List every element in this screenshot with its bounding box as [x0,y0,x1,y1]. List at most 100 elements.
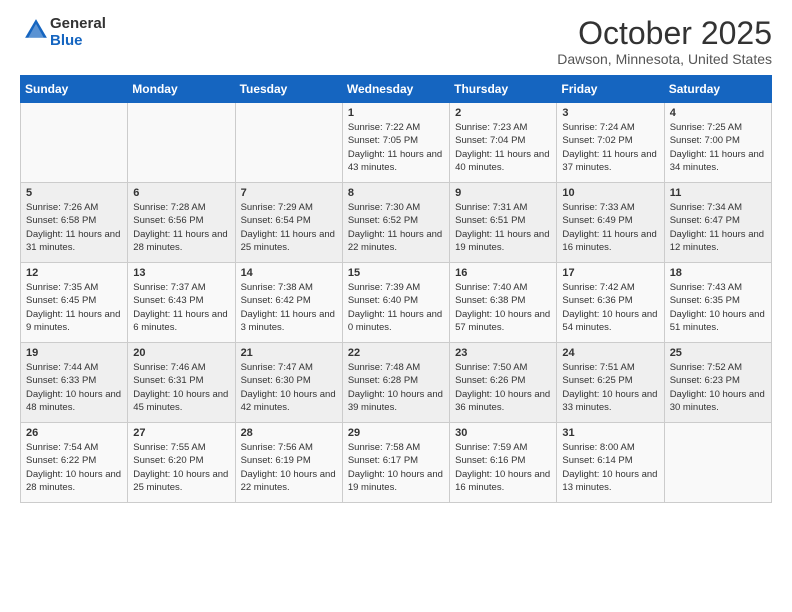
day-info: Sunrise: 7:58 AMSunset: 6:17 PMDaylight:… [348,441,444,494]
calendar-cell: 6 Sunrise: 7:28 AMSunset: 6:56 PMDaylight… [128,183,235,263]
calendar-cell: 28 Sunrise: 7:56 AMSunset: 6:19 PMDayligh… [235,423,342,503]
logo-blue: Blue [50,32,83,49]
calendar-cell: 24 Sunrise: 7:51 AMSunset: 6:25 PMDayligh… [557,343,664,423]
calendar-cell: 15Sunrise: 7:39 AMSunset: 6:40 PMDayligh… [342,263,449,343]
day-info: Sunrise: 7:25 AMSunset: 7:00 PMDaylight:… [670,121,766,174]
header: General Blue October 2025 Dawson, Minnes… [20,16,772,67]
logo-text: General Blue [50,16,106,49]
day-info: Sunrise: 7:42 AMSunset: 6:36 PMDaylight:… [562,281,658,334]
day-number: 17 [562,267,658,279]
day-number: 19 [26,347,122,359]
day-info: Sunrise: 7:50 AMSunset: 6:26 PMDaylight:… [455,361,551,414]
calendar-cell [128,103,235,183]
calendar-week-2: 5 Sunrise: 7:26 AMSunset: 6:58 PMDaylight… [21,183,772,263]
day-info: Sunrise: 7:28 AMSunset: 6:56 PMDaylight:… [133,201,229,254]
day-number: 25 [670,347,766,359]
day-info: Sunrise: 7:54 AMSunset: 6:22 PMDaylight:… [26,441,122,494]
calendar-cell [664,423,771,503]
day-info: Sunrise: 7:59 AMSunset: 6:16 PMDaylight:… [455,441,551,494]
header-row: Sunday Monday Tuesday Wednesday Thursday… [21,76,772,103]
col-thursday: Thursday [450,76,557,103]
day-info: Sunrise: 7:35 AMSunset: 6:45 PMDaylight:… [26,281,122,334]
day-number: 18 [670,267,766,279]
calendar-week-4: 19 Sunrise: 7:44 AMSunset: 6:33 PMDayligh… [21,343,772,423]
day-number: 5 [26,187,122,199]
day-number: 7 [241,187,337,199]
calendar-cell: 27Sunrise: 7:55 AMSunset: 6:20 PMDayligh… [128,423,235,503]
day-info: Sunrise: 7:55 AMSunset: 6:20 PMDaylight:… [133,441,229,494]
calendar-cell: 30 Sunrise: 7:59 AMSunset: 6:16 PMDayligh… [450,423,557,503]
day-number: 6 [133,187,229,199]
calendar-cell: 4 Sunrise: 7:25 AMSunset: 7:00 PMDaylight… [664,103,771,183]
day-info: Sunrise: 7:40 AMSunset: 6:38 PMDaylight:… [455,281,551,334]
col-wednesday: Wednesday [342,76,449,103]
calendar-cell: 18 Sunrise: 7:43 AMSunset: 6:35 PMDayligh… [664,263,771,343]
calendar-cell: 7 Sunrise: 7:29 AMSunset: 6:54 PMDaylight… [235,183,342,263]
col-friday: Friday [557,76,664,103]
calendar-week-3: 12 Sunrise: 7:35 AMSunset: 6:45 PMDayligh… [21,263,772,343]
calendar-title: October 2025 [557,16,772,51]
calendar-cell [235,103,342,183]
calendar-cell [21,103,128,183]
day-number: 16 [455,267,551,279]
calendar-cell: 13 Sunrise: 7:37 AMSunset: 6:43 PMDayligh… [128,263,235,343]
day-number: 12 [26,267,122,279]
logo: General Blue [20,16,106,49]
calendar-cell: 3Sunrise: 7:24 AMSunset: 7:02 PMDaylight… [557,103,664,183]
day-number: 31 [562,427,658,439]
day-info: Sunrise: 7:34 AMSunset: 6:47 PMDaylight:… [670,201,766,254]
day-number: 9 [455,187,551,199]
day-info: Sunrise: 7:43 AMSunset: 6:35 PMDaylight:… [670,281,766,334]
day-info: Sunrise: 7:56 AMSunset: 6:19 PMDaylight:… [241,441,337,494]
calendar-cell: 17 Sunrise: 7:42 AMSunset: 6:36 PMDayligh… [557,263,664,343]
calendar-cell: 9 Sunrise: 7:31 AMSunset: 6:51 PMDaylight… [450,183,557,263]
col-sunday: Sunday [21,76,128,103]
day-number: 13 [133,267,229,279]
day-number: 21 [241,347,337,359]
day-number: 24 [562,347,658,359]
calendar-cell: 12 Sunrise: 7:35 AMSunset: 6:45 PMDayligh… [21,263,128,343]
calendar-week-5: 26 Sunrise: 7:54 AMSunset: 6:22 PMDayligh… [21,423,772,503]
calendar-cell: 19 Sunrise: 7:44 AMSunset: 6:33 PMDayligh… [21,343,128,423]
calendar-cell: 11Sunrise: 7:34 AMSunset: 6:47 PMDayligh… [664,183,771,263]
day-number: 2 [455,107,551,119]
title-block: October 2025 Dawson, Minnesota, United S… [557,16,772,67]
day-number: 23 [455,347,551,359]
day-number: 3 [562,107,658,119]
col-tuesday: Tuesday [235,76,342,103]
calendar-cell: 16 Sunrise: 7:40 AMSunset: 6:38 PMDayligh… [450,263,557,343]
calendar-cell: 23 Sunrise: 7:50 AMSunset: 6:26 PMDayligh… [450,343,557,423]
calendar-cell: 1 Sunrise: 7:22 AMSunset: 7:05 PMDaylight… [342,103,449,183]
day-info: Sunrise: 7:31 AMSunset: 6:51 PMDaylight:… [455,201,551,254]
calendar-cell: 21Sunrise: 7:47 AMSunset: 6:30 PMDayligh… [235,343,342,423]
col-saturday: Saturday [664,76,771,103]
day-number: 1 [348,107,444,119]
day-info: Sunrise: 7:46 AMSunset: 6:31 PMDaylight:… [133,361,229,414]
calendar-cell: 5 Sunrise: 7:26 AMSunset: 6:58 PMDaylight… [21,183,128,263]
day-number: 26 [26,427,122,439]
day-info: Sunrise: 7:37 AMSunset: 6:43 PMDaylight:… [133,281,229,334]
day-info: Sunrise: 7:22 AMSunset: 7:05 PMDaylight:… [348,121,444,174]
calendar-cell: 14Sunrise: 7:38 AMSunset: 6:42 PMDayligh… [235,263,342,343]
day-info: Sunrise: 7:51 AMSunset: 6:25 PMDaylight:… [562,361,658,414]
day-info: Sunrise: 7:30 AMSunset: 6:52 PMDaylight:… [348,201,444,254]
day-info: Sunrise: 7:29 AMSunset: 6:54 PMDaylight:… [241,201,337,254]
day-info: Sunrise: 7:44 AMSunset: 6:33 PMDaylight:… [26,361,122,414]
calendar-cell: 29Sunrise: 7:58 AMSunset: 6:17 PMDayligh… [342,423,449,503]
col-monday: Monday [128,76,235,103]
calendar-cell: 20 Sunrise: 7:46 AMSunset: 6:31 PMDayligh… [128,343,235,423]
day-number: 30 [455,427,551,439]
day-info: Sunrise: 7:23 AMSunset: 7:04 PMDaylight:… [455,121,551,174]
day-number: 28 [241,427,337,439]
day-number: 20 [133,347,229,359]
calendar-cell: 25Sunrise: 7:52 AMSunset: 6:23 PMDayligh… [664,343,771,423]
logo-general: General [50,15,106,32]
calendar-cell: 8Sunrise: 7:30 AMSunset: 6:52 PMDaylight… [342,183,449,263]
calendar-cell: 10Sunrise: 7:33 AMSunset: 6:49 PMDayligh… [557,183,664,263]
logo-icon [22,16,50,44]
day-number: 4 [670,107,766,119]
day-info: Sunrise: 7:26 AMSunset: 6:58 PMDaylight:… [26,201,122,254]
calendar-cell: 22Sunrise: 7:48 AMSunset: 6:28 PMDayligh… [342,343,449,423]
calendar-subtitle: Dawson, Minnesota, United States [557,51,772,67]
day-number: 15 [348,267,444,279]
